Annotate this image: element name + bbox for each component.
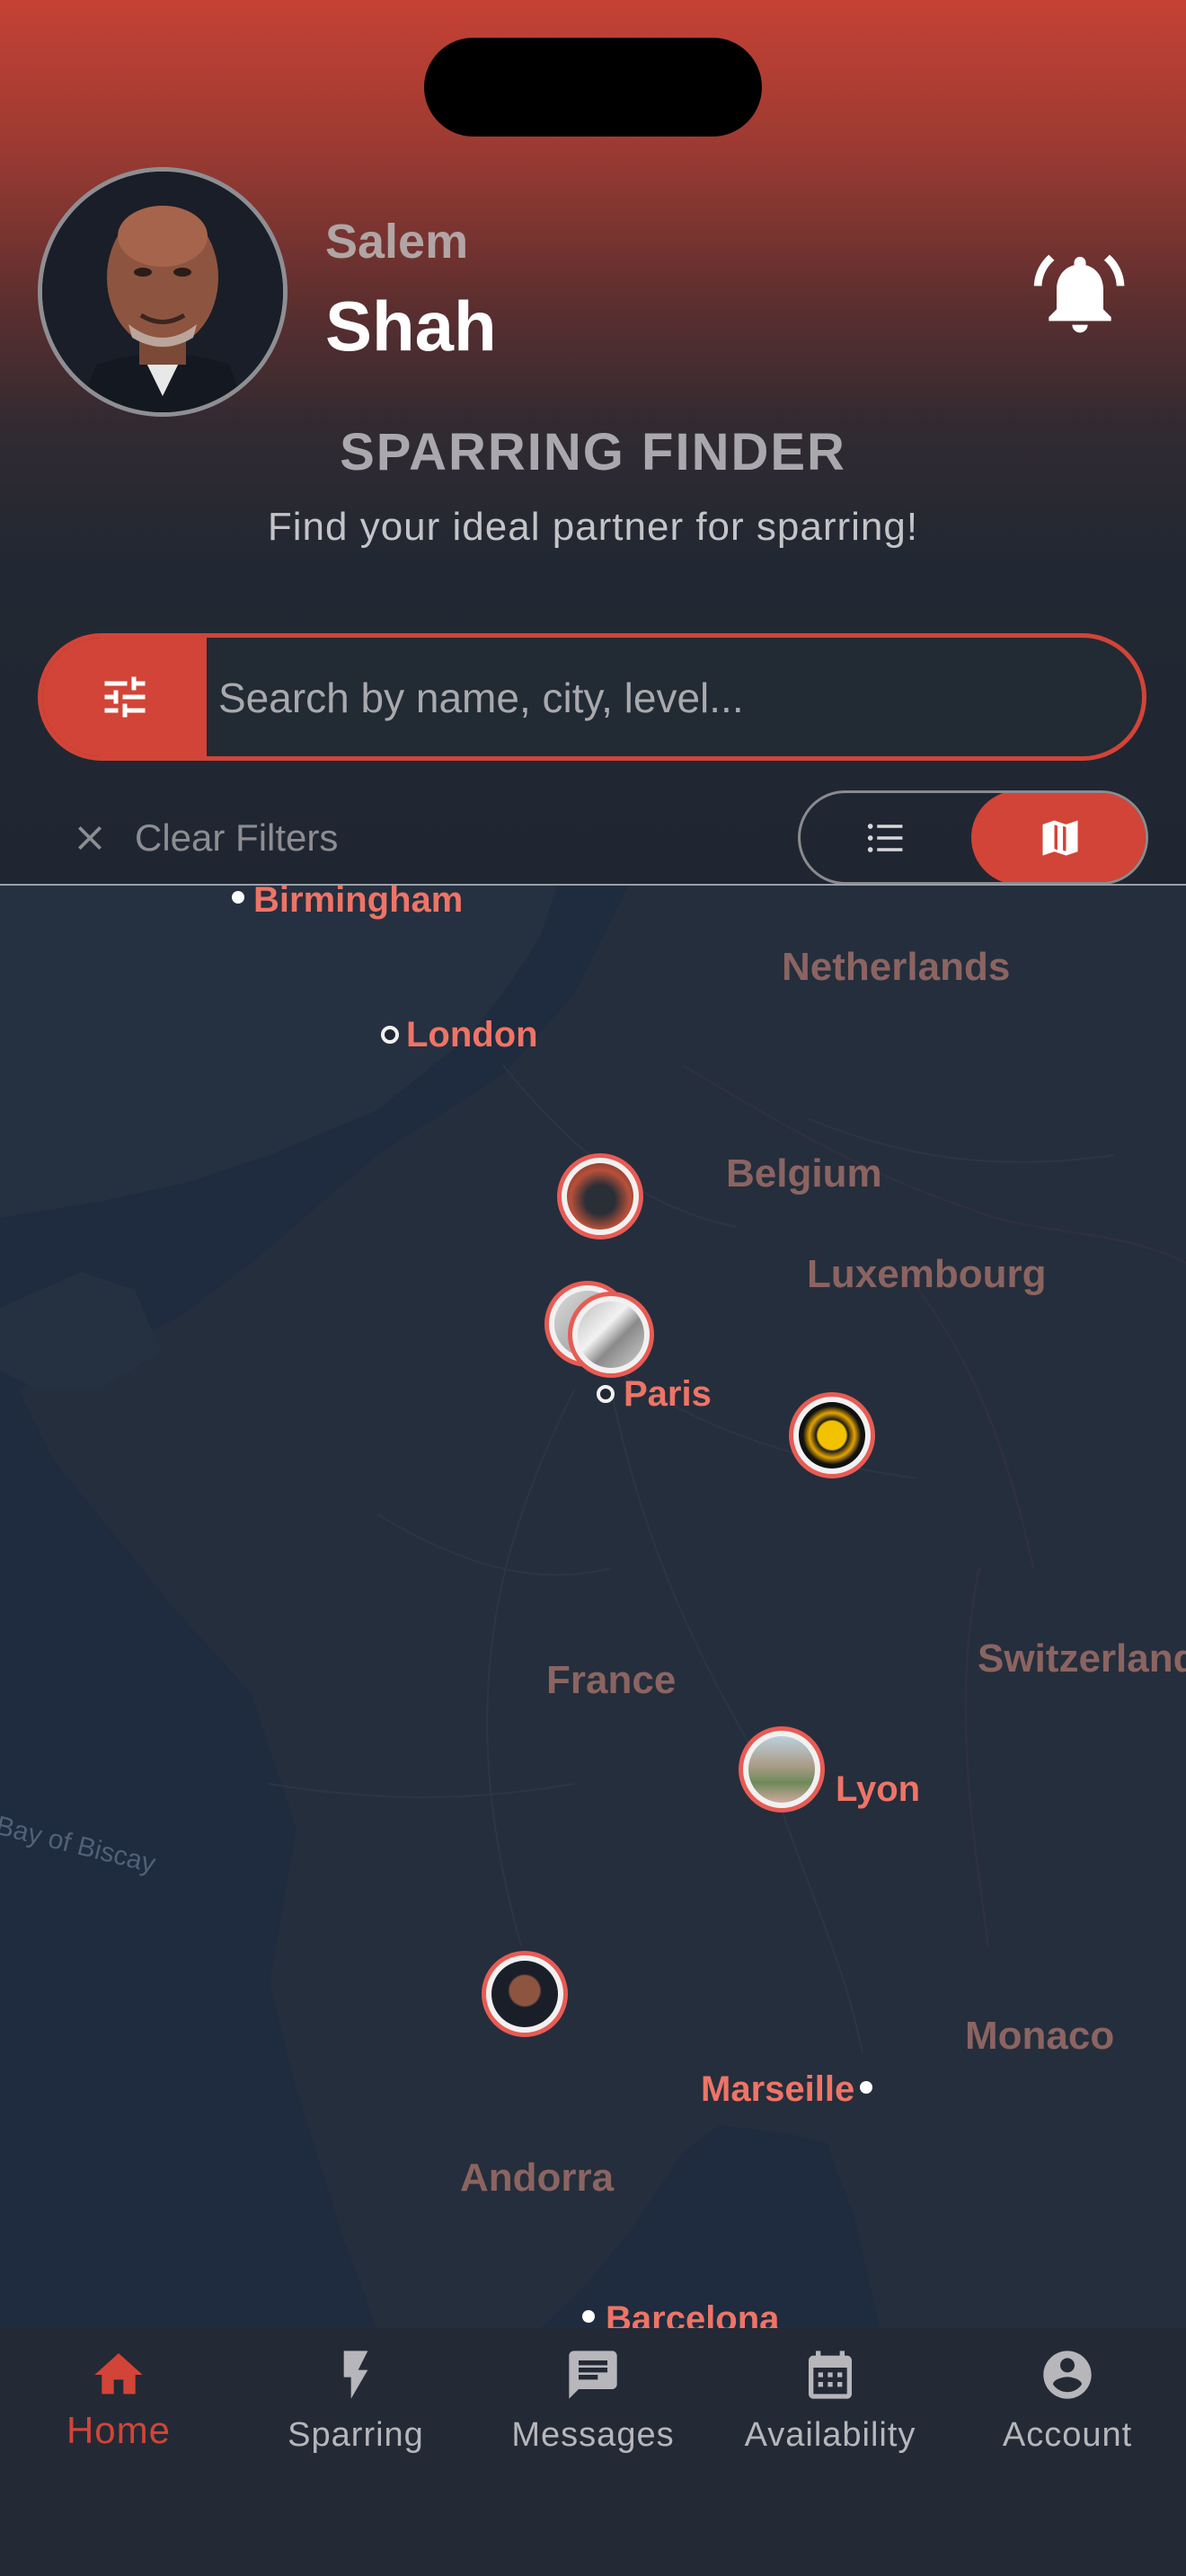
- city-label: Marseille: [701, 2069, 855, 2109]
- country-label: Luxembourg: [807, 1252, 1047, 1296]
- lightning-icon[interactable]: [327, 2346, 385, 2404]
- partner-marker[interactable]: [789, 1392, 875, 1478]
- partner-marker[interactable]: [482, 1951, 568, 2037]
- account-icon[interactable]: [1039, 2346, 1096, 2404]
- city-label: London: [406, 1015, 538, 1054]
- map-view-button[interactable]: [971, 793, 1146, 882]
- city-label: Paris: [624, 1374, 712, 1414]
- map-background: [0, 886, 1186, 2328]
- country-label: France: [546, 1658, 677, 1702]
- nav-home-label[interactable]: Home: [11, 2409, 226, 2452]
- city-label: Lyon: [836, 1769, 921, 1809]
- nav-availability-label[interactable]: Availability: [722, 2416, 938, 2455]
- city-dot: [860, 2081, 872, 2094]
- user-first-name: Salem: [325, 215, 469, 269]
- home-icon[interactable]: [90, 2346, 147, 2404]
- clear-filters-button[interactable]: Clear Filters: [72, 808, 338, 868]
- country-label: Andorra: [460, 2156, 615, 2200]
- nav-sparring-label[interactable]: Sparring: [248, 2416, 464, 2455]
- filter-button[interactable]: [42, 638, 207, 756]
- avatar-portrait: [42, 172, 283, 412]
- nav-account-label[interactable]: Account: [960, 2416, 1175, 2455]
- city-dot: [232, 891, 244, 904]
- list-view-button[interactable]: [801, 793, 971, 882]
- country-label: Monaco: [965, 2014, 1115, 2058]
- list-icon: [867, 823, 903, 852]
- map-view[interactable]: Netherlands Belgium Luxembourg France Sw…: [0, 884, 1186, 2328]
- page-title: SPARRING FINDER: [340, 423, 846, 481]
- city-dot: [381, 1026, 399, 1044]
- message-icon[interactable]: [564, 2346, 622, 2404]
- city-dot: [597, 1385, 615, 1403]
- country-label: Belgium: [726, 1151, 882, 1195]
- view-toggle: [798, 790, 1148, 885]
- clear-filters-label: Clear Filters: [135, 816, 339, 859]
- calendar-icon[interactable]: [801, 2346, 859, 2404]
- city-dot: [582, 2310, 595, 2323]
- search-bar: [38, 633, 1146, 761]
- nav-messages-label[interactable]: Messages: [485, 2416, 701, 2455]
- country-label: Netherlands: [782, 945, 1011, 989]
- city-label: Birmingham: [253, 884, 464, 920]
- user-avatar[interactable]: [38, 167, 288, 417]
- partner-marker[interactable]: [739, 1726, 825, 1813]
- user-last-name: Shah: [325, 287, 497, 366]
- map-icon: [1042, 820, 1077, 855]
- city-label: Barcelona: [606, 2299, 780, 2328]
- partner-marker[interactable]: [557, 1153, 643, 1239]
- search-input[interactable]: [218, 638, 1119, 756]
- page-subtitle: Find your ideal partner for sparring!: [267, 505, 919, 549]
- country-label: Switzerland: [978, 1636, 1186, 1681]
- close-icon: [78, 826, 102, 850]
- partner-marker[interactable]: [568, 1292, 654, 1378]
- notification-bell-icon[interactable]: [1033, 247, 1127, 340]
- device-notch: [424, 38, 762, 137]
- sliders-icon: [104, 676, 146, 718]
